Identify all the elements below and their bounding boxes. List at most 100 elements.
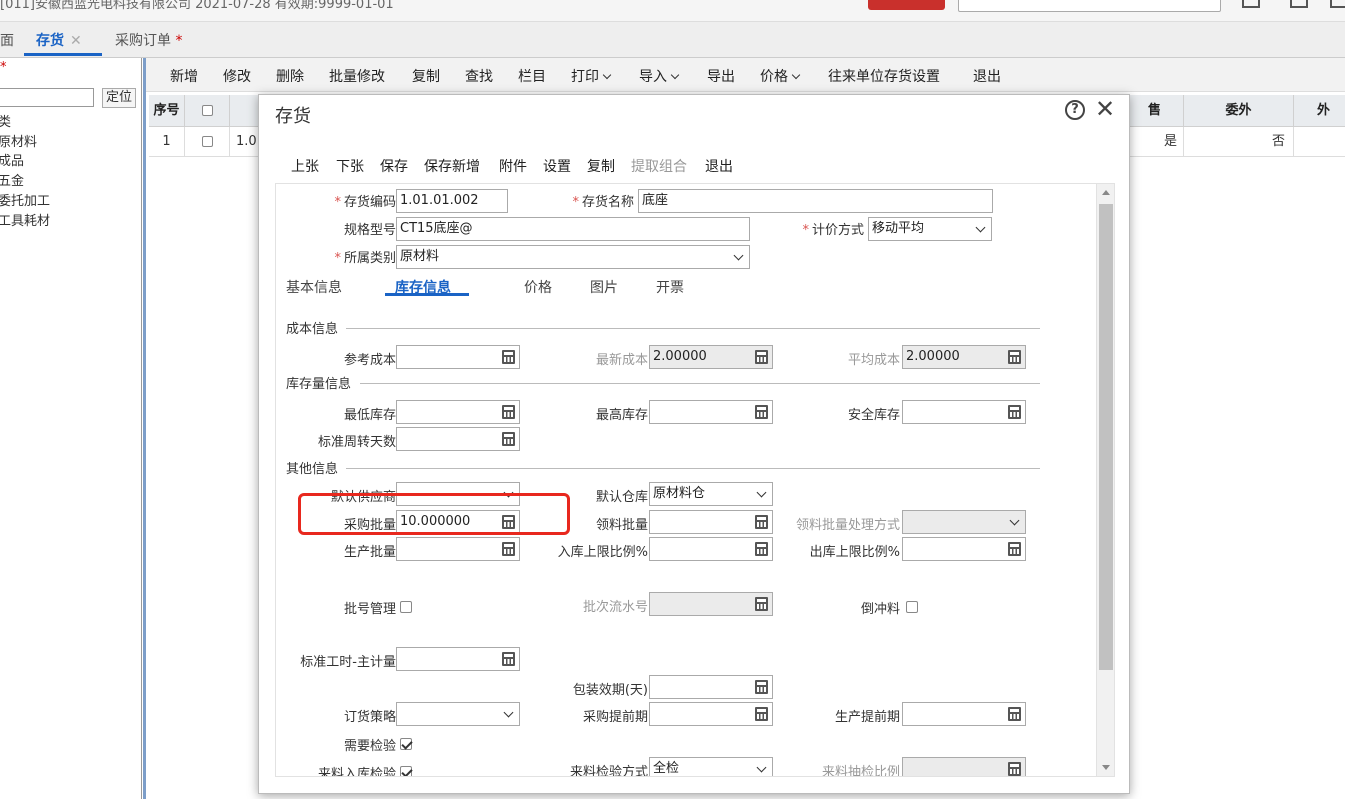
inspection-method-select[interactable]: 全检 — [649, 757, 773, 776]
save-new-button[interactable]: 保存新增 — [424, 156, 480, 176]
purchase-lead-input[interactable] — [649, 702, 773, 726]
category-select[interactable]: 原材料 — [396, 245, 750, 269]
top-search-input[interactable] — [958, 0, 1221, 12]
find-button[interactable]: 查找 — [465, 66, 493, 86]
min-stock-input[interactable] — [396, 400, 520, 424]
turnover-days-input[interactable] — [396, 427, 520, 451]
tab-inventory[interactable]: 存货 ✕ — [36, 30, 82, 50]
save-button[interactable]: 保存 — [380, 156, 408, 176]
outbound-limit-input[interactable] — [902, 537, 1026, 561]
settings-icon[interactable] — [1330, 0, 1345, 8]
grid-cell-select[interactable] — [185, 127, 230, 157]
grid-cell-out[interactable] — [1294, 127, 1345, 157]
calculator-icon[interactable] — [755, 515, 768, 529]
category-item[interactable]: 工具耗材 — [0, 210, 50, 229]
calculator-icon[interactable] — [755, 405, 768, 419]
category-root[interactable]: 类 — [0, 111, 11, 130]
locate-button[interactable]: 定位 — [102, 88, 136, 108]
grid-header-sell[interactable]: 售 — [1126, 95, 1184, 127]
exit-button[interactable]: 退出 — [973, 66, 1001, 86]
production-lead-input[interactable] — [902, 702, 1026, 726]
category-item[interactable]: 委托加工 — [0, 190, 50, 209]
incoming-inspection-checkbox[interactable] — [400, 766, 412, 776]
calculator-icon[interactable] — [1008, 542, 1021, 556]
top-red-button[interactable] — [868, 0, 945, 10]
help-icon[interactable]: ? — [1065, 100, 1085, 120]
calculator-icon[interactable] — [502, 350, 515, 364]
calculator-icon[interactable] — [755, 680, 768, 694]
need-inspection-checkbox[interactable] — [400, 738, 412, 750]
code-input[interactable]: 1.01.01.002 — [396, 189, 508, 213]
grid-cell-sell[interactable]: 是 — [1126, 127, 1184, 157]
attachment-button[interactable]: 附件 — [499, 156, 527, 176]
shelf-life-input[interactable] — [649, 675, 773, 699]
home-icon[interactable] — [1242, 0, 1260, 8]
grid-icon[interactable] — [1290, 0, 1308, 8]
backflush-checkbox[interactable] — [906, 601, 918, 613]
grid-header-outsource[interactable]: 委外 — [1184, 95, 1294, 127]
columns-button[interactable]: 栏目 — [518, 66, 546, 86]
calculator-icon[interactable] — [1008, 707, 1021, 721]
tab-close-icon[interactable]: ✕ — [70, 33, 82, 49]
production-batch-input[interactable] — [396, 537, 520, 561]
locate-input[interactable] — [0, 88, 94, 107]
category-item[interactable]: 成品 — [0, 150, 24, 169]
calculator-icon[interactable] — [502, 405, 515, 419]
import-button[interactable]: 导入 — [639, 66, 680, 86]
select-all-checkbox[interactable] — [201, 105, 213, 116]
default-warehouse-select[interactable]: 原材料仓 — [649, 482, 773, 506]
edit-button[interactable]: 修改 — [223, 66, 251, 86]
partner-inventory-settings-button[interactable]: 往来单位存货设置 — [828, 66, 940, 86]
tab-invoice[interactable]: 开票 — [656, 277, 684, 297]
std-hours-input[interactable] — [396, 647, 520, 671]
scroll-thumb[interactable] — [1099, 204, 1113, 670]
close-icon[interactable]: ✕ — [1095, 95, 1115, 123]
row-checkbox[interactable] — [201, 136, 213, 147]
scroll-up-icon[interactable] — [1102, 190, 1110, 195]
exit-dialog-button[interactable]: 退出 — [705, 156, 733, 176]
calculator-icon[interactable] — [1008, 405, 1021, 419]
settings-button[interactable]: 设置 — [543, 156, 571, 176]
copy-button[interactable]: 复制 — [412, 66, 440, 86]
extract-combo-button[interactable]: 提取组合 — [631, 156, 687, 176]
grid-cell-outsource[interactable]: 否 — [1184, 127, 1294, 157]
tab-image[interactable]: 图片 — [590, 277, 618, 297]
calculator-icon[interactable] — [755, 707, 768, 721]
order-strategy-select[interactable] — [396, 702, 520, 726]
max-stock-input[interactable] — [649, 400, 773, 424]
price-button[interactable]: 价格 — [760, 66, 801, 86]
grid-header-select[interactable] — [185, 95, 230, 127]
batch-edit-button[interactable]: 批量修改 — [329, 66, 385, 86]
scroll-down-icon[interactable] — [1102, 765, 1110, 770]
valuation-select[interactable]: 移动平均 — [868, 217, 992, 241]
calculator-icon[interactable] — [502, 432, 515, 446]
spec-input[interactable]: CT15底座@ — [396, 217, 750, 241]
grid-header-seq[interactable]: 序号 — [149, 95, 185, 127]
material-batch-input[interactable] — [649, 510, 773, 534]
tab-purchase-order[interactable]: 采购订单 * — [115, 30, 182, 50]
tab-price[interactable]: 价格 — [524, 277, 552, 297]
name-input[interactable]: 底座 — [638, 189, 993, 213]
next-record-button[interactable]: 下张 — [336, 156, 364, 176]
safety-stock-input[interactable] — [902, 400, 1026, 424]
print-button[interactable]: 打印 — [571, 66, 612, 86]
new-button[interactable]: 新增 — [170, 66, 198, 86]
category-item[interactable]: 五金 — [0, 170, 24, 189]
prev-record-button[interactable]: 上张 — [291, 156, 319, 176]
tab-home[interactable]: 面 — [0, 30, 14, 50]
calculator-icon[interactable] — [755, 542, 768, 556]
grid-cell-seq[interactable]: 1 — [149, 127, 185, 157]
calculator-icon[interactable] — [502, 652, 515, 666]
export-button[interactable]: 导出 — [707, 66, 735, 86]
copy-record-button[interactable]: 复制 — [587, 156, 615, 176]
ref-cost-input[interactable] — [396, 345, 520, 369]
delete-button[interactable]: 删除 — [276, 66, 304, 86]
form-scrollbar[interactable] — [1096, 184, 1114, 776]
grid-header-out[interactable]: 外 — [1294, 95, 1345, 127]
tab-basic-info[interactable]: 基本信息 — [286, 277, 342, 297]
inbound-limit-input[interactable] — [649, 537, 773, 561]
dialog-form: * 存货编码 1.01.01.002 * 存货名称 底座 规格型号 CT15底座@ … — [275, 183, 1115, 777]
calculator-icon[interactable] — [502, 542, 515, 556]
category-item[interactable]: 原材料 — [0, 131, 37, 150]
batch-mgmt-checkbox[interactable] — [400, 601, 412, 613]
